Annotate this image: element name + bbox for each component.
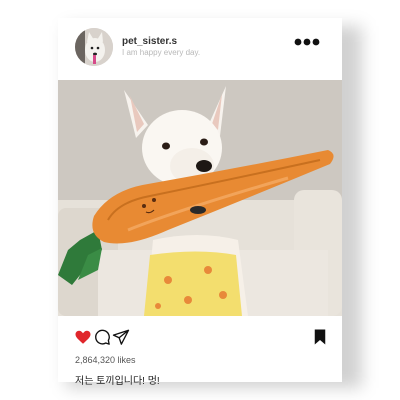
comment-icon[interactable]: [93, 328, 111, 346]
send-icon[interactable]: [112, 328, 130, 346]
username[interactable]: pet_sister.s: [122, 36, 177, 47]
bookmark-icon[interactable]: [312, 328, 330, 346]
heart-icon[interactable]: [74, 328, 92, 346]
post-card: pet_sister.s I am happy every day. 2,864…: [58, 18, 342, 387]
user-tagline: I am happy every day.: [122, 48, 201, 57]
avatar-image: [75, 28, 113, 66]
post-caption: 저는 토끼입니다! 멍!: [75, 376, 160, 387]
dog-with-carrot-image: [58, 80, 342, 316]
more-options-icon[interactable]: [294, 35, 320, 47]
avatar[interactable]: [75, 28, 113, 66]
post-actions: [58, 316, 342, 346]
post-photo: [58, 80, 342, 316]
post-header: pet_sister.s I am happy every day.: [58, 18, 342, 80]
like-count[interactable]: 2,864,320 likes: [75, 355, 136, 365]
